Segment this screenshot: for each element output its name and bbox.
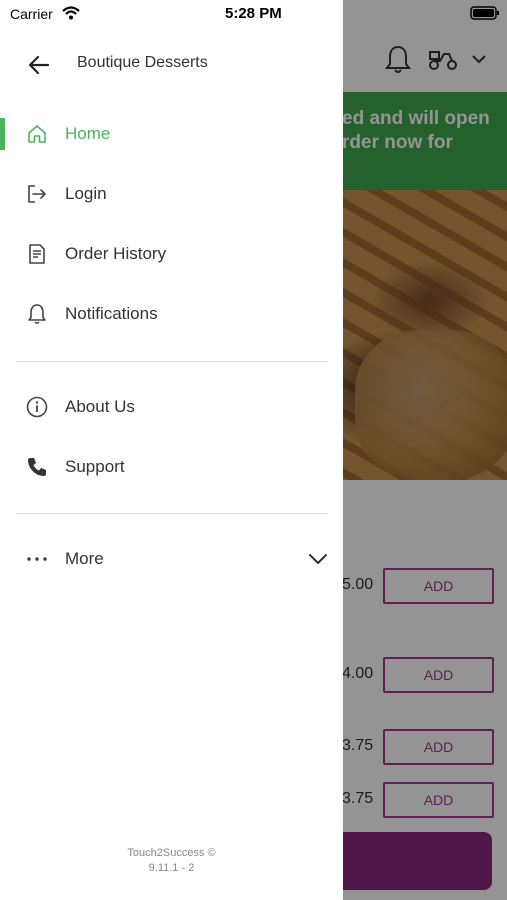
menu-item-label: Home xyxy=(65,124,111,143)
chevron-down-icon[interactable] xyxy=(306,547,330,571)
menu-item-home[interactable]: Home xyxy=(0,106,343,162)
info-icon xyxy=(25,395,49,419)
phone-icon xyxy=(25,455,49,479)
footer-version: 9.11.1 - 2 xyxy=(148,862,195,874)
wifi-icon xyxy=(62,6,80,20)
carrier-label: Carrier xyxy=(10,6,53,22)
menu-item-label: Notifications xyxy=(65,304,158,323)
menu-item-more[interactable]: More xyxy=(0,531,343,587)
menu-item-label: Support xyxy=(65,457,125,476)
login-icon xyxy=(25,182,49,206)
menu-item-login[interactable]: Login xyxy=(0,166,343,222)
menu-item-order-history[interactable]: Order History xyxy=(0,226,343,282)
status-bar: Carrier 5:28 PM xyxy=(0,0,507,28)
menu-divider xyxy=(16,513,328,514)
drawer-header: Boutique Desserts xyxy=(0,38,343,90)
back-button[interactable] xyxy=(22,48,56,82)
arrow-left-icon xyxy=(28,55,50,75)
status-time: 5:28 PM xyxy=(225,5,282,22)
drawer-title: Boutique Desserts xyxy=(77,54,208,71)
home-icon xyxy=(25,122,49,146)
footer-brand: Touch2Success © xyxy=(127,847,216,859)
navigation-drawer: Boutique Desserts Home Login Order Histo… xyxy=(0,0,343,900)
menu-item-about-us[interactable]: About Us xyxy=(0,379,343,435)
menu-item-label: Order History xyxy=(65,244,167,263)
more-dots-icon xyxy=(25,547,49,571)
receipt-icon xyxy=(25,242,49,266)
drawer-footer: Touch2Success © 9.11.1 - 2 xyxy=(0,846,343,876)
menu-divider xyxy=(16,361,328,362)
bell-icon xyxy=(25,302,49,326)
menu-item-label: About Us xyxy=(65,397,135,416)
menu-item-notifications[interactable]: Notifications xyxy=(0,286,343,342)
menu-item-support[interactable]: Support xyxy=(0,439,343,495)
menu-item-label: More xyxy=(65,549,104,568)
battery-icon xyxy=(470,6,499,20)
active-indicator xyxy=(0,118,5,150)
menu-item-label: Login xyxy=(65,184,107,203)
